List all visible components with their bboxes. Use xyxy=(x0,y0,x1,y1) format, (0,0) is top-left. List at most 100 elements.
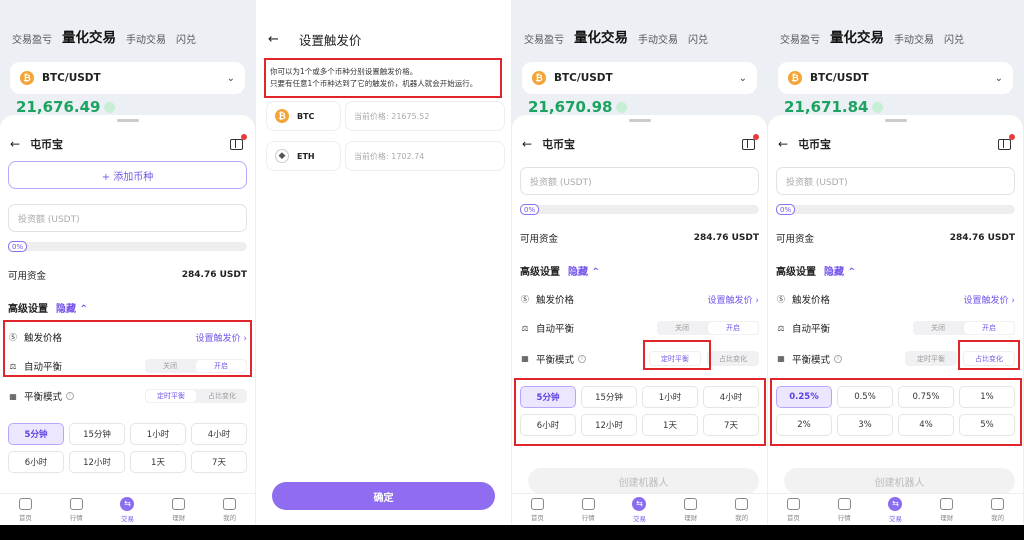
toggle-off[interactable]: 关闭 xyxy=(913,321,963,335)
invest-input[interactable]: 投资额 (USDT) xyxy=(8,204,247,232)
nav-tab-quant[interactable]: 量化交易 xyxy=(62,26,116,46)
interval-option[interactable]: 7天 xyxy=(703,414,759,436)
trigger-price-input-btc[interactable]: 当前价格: 21675.52 xyxy=(345,101,505,131)
interval-option[interactable]: 15分钟 xyxy=(69,423,125,445)
tab-finance[interactable]: 理财 xyxy=(940,497,954,522)
interval-option[interactable]: 1小时 xyxy=(642,386,698,408)
toggle-on[interactable]: 开启 xyxy=(708,322,758,334)
tab-trade[interactable]: ⇆ 交易 xyxy=(632,496,647,523)
nav-tab-manual[interactable]: 手动交易 xyxy=(894,31,934,46)
ratio-option[interactable]: 1% xyxy=(959,386,1015,408)
add-coin-button[interactable]: + 添加币种 xyxy=(8,161,247,189)
info-icon[interactable]: i xyxy=(578,354,587,363)
pair-selector[interactable]: ₿ BTC/USDT ⌄ xyxy=(778,62,1013,94)
trigger-link[interactable]: 设置触发价 › xyxy=(196,331,247,344)
interval-option[interactable]: 5分钟 xyxy=(520,386,576,408)
interval-option[interactable]: 1小时 xyxy=(130,423,186,445)
nav-tab-swap[interactable]: 闪兑 xyxy=(688,31,708,46)
tab-home[interactable]: 首页 xyxy=(530,497,544,522)
tab-market[interactable]: 行情 xyxy=(837,497,851,522)
create-bot-button[interactable]: 创建机器人 xyxy=(784,468,1015,494)
mode-toggle[interactable]: 定时平衡 占比变化 xyxy=(905,351,1015,366)
mode-toggle[interactable]: 定时平衡 占比变化 xyxy=(649,351,759,366)
auto-balance-toggle[interactable]: 关闭 开启 xyxy=(913,321,1015,335)
tab-me[interactable]: 我的 xyxy=(991,497,1005,522)
interval-option[interactable]: 4小时 xyxy=(191,423,247,445)
interval-option[interactable]: 1天 xyxy=(130,451,186,473)
mode-timed[interactable]: 定时平衡 xyxy=(146,390,196,402)
mode-ratio[interactable]: 占比变化 xyxy=(963,351,1015,366)
ratio-option[interactable]: 2% xyxy=(776,414,832,436)
hide-toggle[interactable]: 隐藏 ⌃ xyxy=(56,300,88,315)
interval-option[interactable]: 12小时 xyxy=(69,451,125,473)
nav-tab-pnl[interactable]: 交易盈亏 xyxy=(524,31,564,46)
mode-timed[interactable]: 定时平衡 xyxy=(649,351,701,366)
interval-option[interactable]: 7天 xyxy=(191,451,247,473)
ratio-option[interactable]: 4% xyxy=(898,414,954,436)
mode-toggle[interactable]: 定时平衡 占比变化 xyxy=(145,389,247,403)
drag-handle[interactable] xyxy=(628,119,651,122)
back-arrow-icon[interactable]: ← xyxy=(268,32,279,47)
ratio-option[interactable]: 5% xyxy=(959,414,1015,436)
back-arrow-icon[interactable]: ← xyxy=(522,137,532,151)
interval-option[interactable]: 6小时 xyxy=(520,414,576,436)
tab-trade[interactable]: ⇆ 交易 xyxy=(120,496,135,523)
invest-slider[interactable]: 0% xyxy=(520,204,759,215)
tab-home[interactable]: 首页 xyxy=(786,497,800,522)
interval-option[interactable]: 5分钟 xyxy=(8,423,64,445)
mode-ratio[interactable]: 占比变化 xyxy=(197,389,247,403)
interval-option[interactable]: 4小时 xyxy=(703,386,759,408)
trigger-row[interactable]: Ⓢ 触发价格 设置触发价 › xyxy=(8,330,247,345)
trigger-price-input-eth[interactable]: 当前价格: 1702.74 xyxy=(345,141,505,171)
invest-slider[interactable]: 0% xyxy=(776,204,1015,215)
nav-tab-manual[interactable]: 手动交易 xyxy=(126,31,166,46)
back-arrow-icon[interactable]: ← xyxy=(778,137,788,151)
info-icon[interactable]: i xyxy=(834,354,843,363)
interval-option[interactable]: 15分钟 xyxy=(581,386,637,408)
nav-tab-manual[interactable]: 手动交易 xyxy=(638,31,678,46)
nav-tab-quant[interactable]: 量化交易 xyxy=(574,26,628,46)
invest-input[interactable]: 投资额 (USDT) xyxy=(520,167,759,195)
hide-toggle[interactable]: 隐藏 ⌃ xyxy=(824,263,856,278)
nav-tab-quant[interactable]: 量化交易 xyxy=(830,26,884,46)
hide-toggle[interactable]: 隐藏 ⌃ xyxy=(568,263,600,278)
tab-finance[interactable]: 理财 xyxy=(172,497,186,522)
trigger-link[interactable]: 设置触发价 › xyxy=(964,293,1015,306)
nav-tab-pnl[interactable]: 交易盈亏 xyxy=(12,31,52,46)
ratio-option[interactable]: 0.5% xyxy=(837,386,893,408)
pair-selector[interactable]: ₿ BTC/USDT ⌄ xyxy=(10,62,245,94)
auto-balance-toggle[interactable]: 关闭 开启 xyxy=(657,321,759,335)
pair-selector[interactable]: ₿ BTC/USDT ⌄ xyxy=(522,62,757,94)
interval-option[interactable]: 12小时 xyxy=(581,414,637,436)
toggle-off[interactable]: 关闭 xyxy=(657,321,707,335)
tab-market[interactable]: 行情 xyxy=(69,497,83,522)
toggle-on[interactable]: 开启 xyxy=(964,322,1014,334)
interval-option[interactable]: 1天 xyxy=(642,414,698,436)
trigger-link[interactable]: 设置触发价 › xyxy=(708,293,759,306)
mode-ratio[interactable]: 占比变化 xyxy=(707,351,759,366)
interval-option[interactable]: 6小时 xyxy=(8,451,64,473)
drag-handle[interactable] xyxy=(884,119,907,122)
tab-trade[interactable]: ⇆ 交易 xyxy=(888,496,903,523)
ratio-option[interactable]: 0.75% xyxy=(898,386,954,408)
ratio-option[interactable]: 3% xyxy=(837,414,893,436)
trigger-row[interactable]: Ⓢ 触发价格 设置触发价 › xyxy=(776,292,1015,307)
info-icon[interactable]: i xyxy=(66,392,75,400)
invest-slider[interactable]: 0% xyxy=(8,241,247,252)
tab-me[interactable]: 我的 xyxy=(223,497,237,522)
tab-home[interactable]: 首页 xyxy=(18,497,32,522)
auto-balance-toggle[interactable]: 关闭 开启 xyxy=(145,359,247,373)
tab-finance[interactable]: 理财 xyxy=(684,497,698,522)
mode-timed[interactable]: 定时平衡 xyxy=(905,351,957,366)
tab-me[interactable]: 我的 xyxy=(735,497,749,522)
nav-tab-pnl[interactable]: 交易盈亏 xyxy=(780,31,820,46)
drag-handle[interactable] xyxy=(116,119,139,122)
nav-tab-swap[interactable]: 闪兑 xyxy=(176,31,196,46)
guide-book-icon[interactable] xyxy=(998,133,1015,150)
back-arrow-icon[interactable]: ← xyxy=(10,137,20,151)
guide-book-icon[interactable] xyxy=(742,133,759,150)
guide-book-icon[interactable] xyxy=(230,133,247,150)
toggle-off[interactable]: 关闭 xyxy=(145,359,195,373)
trigger-row[interactable]: Ⓢ 触发价格 设置触发价 › xyxy=(520,292,759,307)
nav-tab-swap[interactable]: 闪兑 xyxy=(944,31,964,46)
